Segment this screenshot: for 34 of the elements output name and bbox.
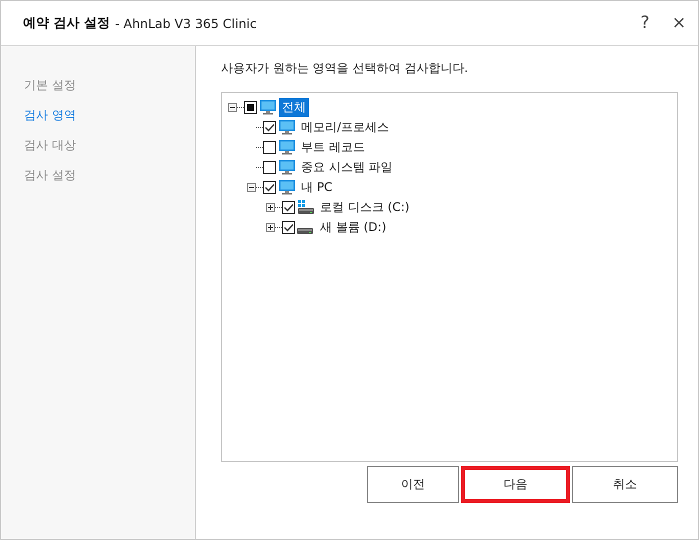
tree-item[interactable]: 메모리/프로세스	[298, 118, 392, 136]
windows-drive-icon	[297, 199, 315, 215]
tree-item[interactable]: 전체	[279, 98, 309, 116]
checkbox[interactable]	[263, 180, 276, 194]
expand-icon[interactable]	[266, 202, 275, 212]
sidebar-item[interactable]: 검사 영역	[1, 109, 195, 139]
tree-item[interactable]: 부트 레코드	[298, 138, 368, 156]
tree-item[interactable]: 내 PC	[298, 178, 336, 196]
monitor-icon	[278, 179, 296, 195]
checkbox[interactable]	[282, 200, 295, 214]
checkbox[interactable]	[263, 160, 276, 174]
window-title: 예약 검사 설정	[23, 15, 110, 32]
description-text: 사용자가 원하는 영역을 선택하여 검사합니다.	[221, 60, 470, 77]
tree-item[interactable]: 로컬 디스크 (C:)	[317, 198, 412, 216]
tree-item[interactable]: 중요 시스템 파일	[298, 158, 396, 176]
collapse-icon[interactable]	[228, 102, 237, 112]
monitor-icon	[259, 99, 277, 115]
dialog-button[interactable]: 취소	[572, 466, 678, 503]
monitor-icon	[278, 159, 296, 175]
close-button[interactable]: ×	[664, 13, 694, 33]
monitor-icon	[278, 139, 296, 155]
help-button[interactable]: ?	[630, 13, 660, 33]
checkbox[interactable]	[263, 120, 276, 134]
checkbox[interactable]	[282, 220, 295, 234]
tree-item[interactable]: 새 볼륨 (D:)	[317, 218, 390, 236]
checkbox[interactable]	[244, 100, 257, 114]
window-subtitle: - AhnLab V3 365 Clinic	[115, 16, 258, 30]
dialog-button[interactable]: 다음	[461, 466, 570, 503]
drive-icon	[297, 228, 313, 234]
dialog-button[interactable]: 이전	[367, 466, 459, 503]
expand-icon[interactable]	[266, 222, 275, 232]
monitor-icon	[278, 119, 296, 135]
checkbox[interactable]	[263, 140, 276, 154]
collapse-icon[interactable]	[247, 182, 256, 192]
